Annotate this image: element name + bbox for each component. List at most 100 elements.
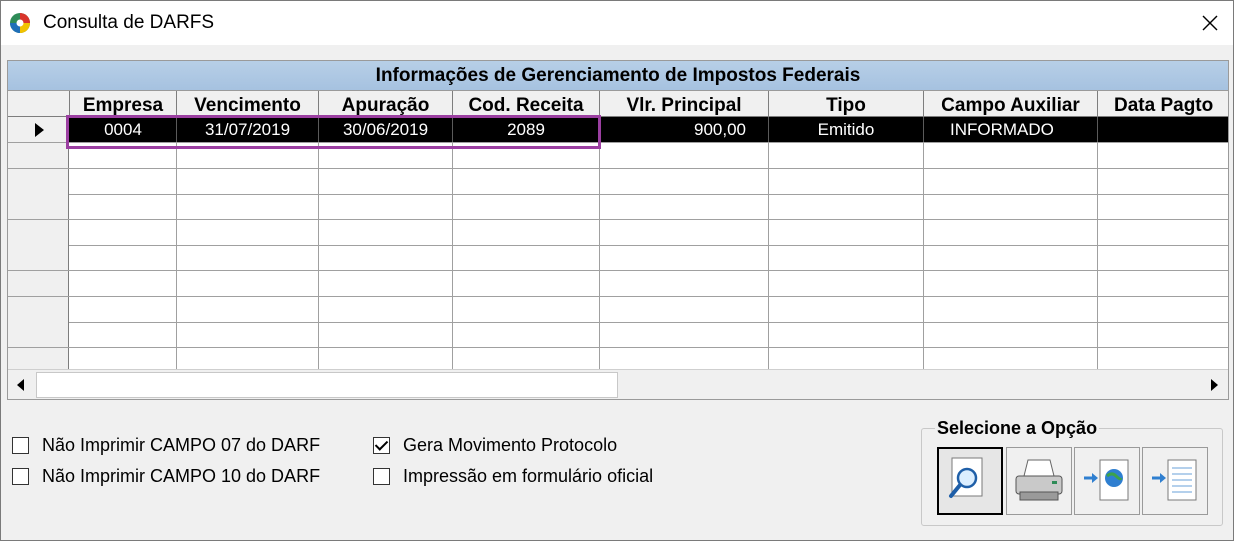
scrollbar-thumb[interactable] [36, 372, 618, 398]
table-cell[interactable] [769, 219, 924, 245]
checkbox-box[interactable] [12, 468, 29, 485]
table-cell[interactable] [924, 271, 1098, 296]
table-row[interactable] [8, 322, 1228, 349]
table-cell[interactable] [453, 168, 600, 194]
nao-imprimir-campo-10-checkbox[interactable]: Não Imprimir CAMPO 10 do DARF [12, 466, 320, 487]
table-cell[interactable] [70, 296, 177, 322]
exportar-documento-button[interactable] [1142, 447, 1208, 515]
table-cell[interactable] [453, 271, 600, 296]
imprimir-button[interactable] [1006, 447, 1072, 515]
header-apuracao[interactable]: Apuração [319, 91, 453, 117]
table-cell[interactable] [70, 245, 177, 271]
header-tipo[interactable]: Tipo [769, 91, 924, 117]
cell-vencimento[interactable]: 31/07/2019 [177, 117, 319, 142]
consultar-button[interactable] [937, 447, 1003, 515]
table-cell[interactable] [453, 194, 600, 220]
impressao-formulario-oficial-checkbox[interactable]: Impressão em formulário oficial [373, 466, 653, 487]
table-cell[interactable] [924, 245, 1098, 271]
table-cell[interactable] [319, 194, 453, 220]
nao-imprimir-campo-07-checkbox[interactable]: Não Imprimir CAMPO 07 do DARF [12, 435, 320, 456]
table-cell[interactable] [600, 168, 769, 194]
checkbox-box[interactable] [12, 437, 29, 454]
table-cell[interactable] [769, 143, 924, 168]
darf-grid[interactable]: Informações de Gerenciamento de Impostos… [7, 60, 1229, 400]
table-cell[interactable] [924, 168, 1098, 194]
table-cell[interactable] [70, 168, 177, 194]
scroll-right-button[interactable] [1200, 370, 1228, 399]
table-row[interactable] [8, 143, 1228, 169]
table-cell[interactable] [453, 296, 600, 322]
table-cell[interactable] [1098, 297, 1228, 322]
table-cell[interactable] [177, 194, 319, 220]
table-cell[interactable] [1098, 322, 1228, 347]
table-cell[interactable] [924, 143, 1098, 168]
table-cell[interactable] [177, 271, 319, 296]
table-cell[interactable] [600, 271, 769, 296]
table-cell[interactable] [319, 219, 453, 245]
cell-cod-receita[interactable]: 2089 [453, 117, 600, 142]
table-row[interactable] [8, 271, 1228, 297]
table-cell[interactable] [177, 168, 319, 194]
table-cell[interactable] [769, 322, 924, 348]
table-cell[interactable] [769, 245, 924, 271]
checkbox-box[interactable] [373, 437, 390, 454]
table-cell[interactable] [453, 143, 600, 168]
table-row[interactable] [8, 194, 1228, 221]
table-cell[interactable] [70, 194, 177, 220]
table-cell[interactable] [453, 322, 600, 348]
table-cell[interactable] [177, 219, 319, 245]
close-button[interactable] [1187, 1, 1233, 45]
table-cell[interactable] [1098, 169, 1228, 194]
cell-vlr-principal[interactable]: 900,00 [600, 117, 769, 142]
table-row[interactable] [8, 168, 1228, 195]
table-cell[interactable] [600, 143, 769, 168]
cell-tipo[interactable]: Emitido [769, 117, 924, 142]
table-cell[interactable] [319, 143, 453, 168]
table-row[interactable] [8, 296, 1228, 323]
table-cell[interactable] [177, 296, 319, 322]
table-cell[interactable] [600, 245, 769, 271]
table-cell[interactable] [600, 194, 769, 220]
table-cell[interactable] [600, 219, 769, 245]
table-cell[interactable] [453, 245, 600, 271]
table-cell[interactable] [1098, 143, 1228, 168]
table-cell[interactable] [1098, 220, 1228, 245]
table-cell[interactable] [319, 245, 453, 271]
horizontal-scrollbar[interactable] [8, 369, 1228, 399]
table-cell[interactable] [1098, 271, 1228, 296]
table-cell[interactable] [177, 322, 319, 348]
table-cell[interactable] [924, 219, 1098, 245]
table-cell[interactable] [1098, 245, 1228, 270]
header-campo-auxiliar[interactable]: Campo Auxiliar [924, 91, 1098, 117]
checkbox-box[interactable] [373, 468, 390, 485]
table-cell[interactable] [319, 168, 453, 194]
header-vencimento[interactable]: Vencimento [177, 91, 319, 117]
table-cell[interactable] [1098, 194, 1228, 219]
gera-movimento-protocolo-checkbox[interactable]: Gera Movimento Protocolo [373, 435, 617, 456]
table-cell[interactable] [177, 245, 319, 271]
table-cell[interactable] [319, 322, 453, 348]
header-empresa[interactable]: Empresa [70, 91, 177, 117]
cell-apuracao[interactable]: 30/06/2019 [319, 117, 453, 142]
cell-empresa[interactable]: 0004 [70, 117, 177, 142]
table-row[interactable] [8, 245, 1228, 272]
table-cell[interactable] [924, 322, 1098, 348]
cell-campo-auxiliar[interactable]: INFORMADO [924, 117, 1098, 142]
table-cell[interactable] [769, 296, 924, 322]
exportar-web-button[interactable] [1074, 447, 1140, 515]
table-cell[interactable] [769, 271, 924, 296]
table-cell[interactable] [600, 296, 769, 322]
table-cell[interactable] [924, 296, 1098, 322]
table-cell[interactable] [924, 194, 1098, 220]
table-cell[interactable] [769, 168, 924, 194]
table-cell[interactable] [177, 143, 319, 168]
table-cell[interactable] [70, 271, 177, 296]
header-cod-receita[interactable]: Cod. Receita [453, 91, 600, 117]
table-cell[interactable] [70, 219, 177, 245]
scroll-left-button[interactable] [8, 370, 36, 399]
table-row[interactable]: 0004 31/07/2019 30/06/2019 2089 900,00 E… [8, 117, 1228, 143]
table-cell[interactable] [319, 296, 453, 322]
table-cell[interactable] [70, 322, 177, 348]
cell-data-pagto[interactable] [1098, 117, 1228, 142]
header-vlr-principal[interactable]: Vlr. Principal [600, 91, 769, 117]
